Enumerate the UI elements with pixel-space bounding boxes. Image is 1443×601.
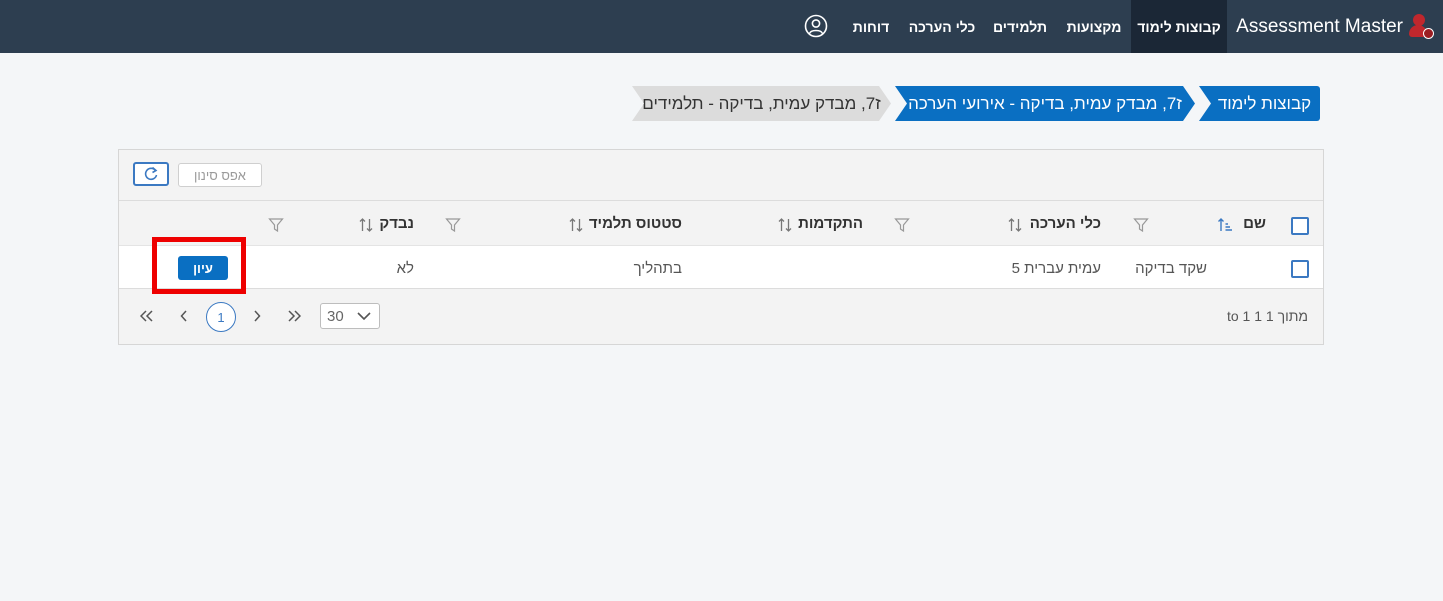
page-size-select[interactable]: 30 (320, 303, 380, 329)
filter-icon[interactable] (1133, 217, 1149, 233)
filter-icon[interactable] (268, 217, 284, 233)
nav-item-label: כלי הערכה (908, 18, 976, 35)
brand[interactable]: Assessment Master (1236, 0, 1435, 53)
nav-item-subjects[interactable]: מקצועות (1060, 0, 1128, 53)
row-checkbox[interactable] (1291, 260, 1309, 278)
pager-range-text: מתוך 1 1 to 1 (1226, 308, 1308, 324)
table-row[interactable]: שקד בדיקה עמית עברית 5 בתהליך לא עיון (119, 245, 1323, 289)
brand-name: Assessment Master (1236, 15, 1403, 37)
column-header-checked[interactable]: נבדק (379, 201, 414, 246)
reset-filter-button[interactable]: אפס סינון (178, 163, 262, 187)
cell-student-status: בתהליך (633, 259, 682, 277)
previous-page-icon[interactable] (174, 306, 194, 326)
breadcrumb-assessment-events[interactable]: ז7, מבדק עמית, בדיקה - אירועי הערכה (895, 86, 1195, 121)
view-button[interactable]: עיון (178, 256, 228, 280)
last-page-icon[interactable] (284, 306, 304, 326)
column-header-assessment-tool[interactable]: כלי הערכה (1030, 201, 1101, 246)
select-all-checkbox[interactable] (1291, 217, 1309, 235)
chevron-down-icon (357, 312, 371, 321)
nav-item-label: תלמידים (992, 18, 1048, 35)
sort-icon[interactable] (568, 217, 584, 233)
nav-item-reports[interactable]: דוחות (845, 0, 897, 53)
breadcrumb-students: ז7, מבדק עמית, בדיקה - תלמידים (632, 86, 891, 121)
brand-logo-icon (1409, 13, 1435, 40)
column-header-name[interactable]: שם (1243, 201, 1266, 246)
breadcrumb-label: קבוצות לימוד (1217, 93, 1312, 113)
nav-item-label: קבוצות לימוד (1137, 18, 1221, 35)
breadcrumb-label: ז7, מבדק עמית, בדיקה - תלמידים (642, 93, 881, 113)
refresh-button[interactable] (133, 162, 169, 186)
nav-item-label: מקצועות (1066, 18, 1122, 35)
next-page-icon[interactable] (247, 306, 267, 326)
cell-name: שקד בדיקה (1135, 259, 1207, 277)
refresh-icon (144, 166, 158, 181)
page-number-button[interactable]: 1 (206, 302, 236, 332)
students-grid: אפס סינון שם כלי הערכה התקדמות סטטוס תלמ… (118, 149, 1324, 345)
top-nav-bar: Assessment Master קבוצות לימוד מקצועות ת… (0, 0, 1443, 53)
sort-ascending-icon[interactable] (1217, 217, 1233, 233)
user-circle-icon[interactable] (804, 14, 828, 38)
breadcrumb-label: ז7, מבדק עמית, בדיקה - אירועי הערכה (908, 93, 1182, 113)
nav-item-students[interactable]: תלמידים (988, 0, 1052, 53)
column-header-progress[interactable]: התקדמות (798, 201, 863, 246)
filter-icon[interactable] (445, 217, 461, 233)
sort-icon[interactable] (1007, 217, 1023, 233)
sort-icon[interactable] (358, 217, 374, 233)
first-page-icon[interactable] (137, 306, 157, 326)
cell-checked: לא (396, 259, 414, 277)
nav-item-study-groups[interactable]: קבוצות לימוד (1131, 0, 1227, 53)
pager: 1 30 מתוך 1 1 to 1 (119, 289, 1323, 344)
nav-item-label: דוחות (852, 18, 890, 35)
cell-assessment-tool: עמית עברית 5 (1011, 259, 1101, 277)
page-size-value: 30 (327, 308, 344, 325)
breadcrumb-study-groups[interactable]: קבוצות לימוד (1199, 86, 1320, 121)
column-header-student-status[interactable]: סטטוס תלמיד (589, 201, 682, 246)
sort-icon[interactable] (777, 217, 793, 233)
filter-icon[interactable] (894, 217, 910, 233)
table-header: שם כלי הערכה התקדמות סטטוס תלמיד נבדק (119, 200, 1323, 245)
nav-item-assessment-tools[interactable]: כלי הערכה (902, 0, 982, 53)
